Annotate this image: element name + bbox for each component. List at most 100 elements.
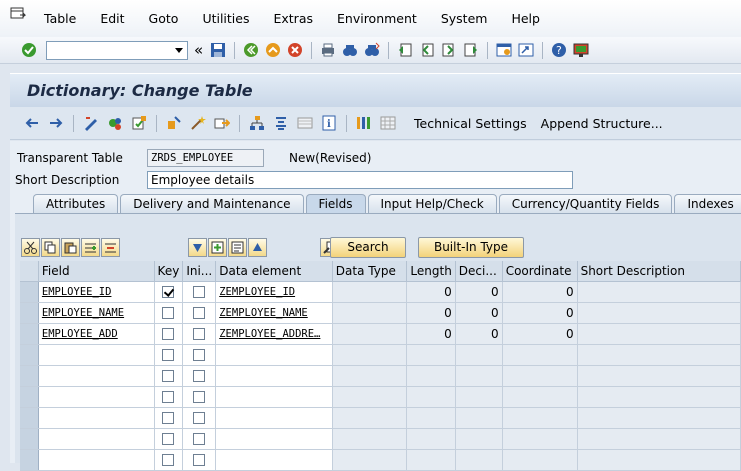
row-selector[interactable]	[20, 344, 39, 366]
short-description-input[interactable]: Employee details	[147, 171, 573, 189]
sort-up-icon[interactable]	[248, 237, 267, 257]
column-header-key[interactable]: Key	[154, 261, 184, 282]
insert-row-icon[interactable]	[81, 237, 100, 257]
tab-currency-quantity-fields[interactable]: Currency/Quantity Fields	[498, 194, 673, 213]
initial-values-checkbox[interactable]	[193, 454, 206, 466]
append-structure-button[interactable]: Append Structure...	[541, 116, 663, 131]
field-name-cell[interactable]: EMPLOYEE_NAME	[38, 302, 155, 324]
field-name-cell[interactable]	[38, 449, 155, 471]
initial-values-checkbox[interactable]	[193, 328, 206, 340]
menu-help[interactable]: Help	[499, 11, 552, 26]
help-icon[interactable]: ?	[550, 41, 568, 59]
field-name-cell[interactable]	[38, 344, 155, 366]
hierarchy-icon[interactable]	[248, 114, 266, 132]
key-checkbox[interactable]	[162, 391, 175, 403]
create-session-icon[interactable]	[495, 41, 513, 59]
shortcut-icon[interactable]	[517, 41, 535, 59]
column-header-coordinate[interactable]: Coordinate	[502, 261, 578, 282]
field-name-cell[interactable]: EMPLOYEE_ADD	[38, 323, 155, 345]
key-checkbox[interactable]	[162, 454, 175, 466]
column-header-decimals[interactable]: Deci...	[455, 261, 503, 282]
column-header-short-description[interactable]: Short Description	[577, 261, 741, 282]
data-element-cell[interactable]	[215, 449, 333, 471]
key-checkbox[interactable]	[162, 412, 175, 424]
find-next-icon[interactable]	[363, 41, 381, 59]
built-in-type-button[interactable]: Built-In Type	[418, 237, 524, 258]
last-page-icon[interactable]	[462, 41, 480, 59]
activate-icon[interactable]	[165, 114, 183, 132]
key-checkbox[interactable]	[162, 328, 175, 340]
info-icon[interactable]: i	[320, 114, 338, 132]
details-icon[interactable]	[228, 237, 247, 257]
next-page-icon[interactable]	[440, 41, 458, 59]
field-name-cell[interactable]	[38, 365, 155, 387]
column-header-length[interactable]: Length	[406, 261, 456, 282]
data-element-cell[interactable]	[215, 428, 333, 450]
row-selector[interactable]	[20, 281, 39, 303]
cancel-icon[interactable]	[286, 41, 304, 59]
insert-field-icon[interactable]	[208, 237, 227, 257]
forward-arrow-icon[interactable]	[47, 114, 65, 132]
initial-values-checkbox[interactable]	[193, 307, 206, 319]
row-selector[interactable]	[20, 323, 39, 345]
field-name-cell[interactable]: EMPLOYEE_ID	[38, 281, 155, 303]
column-header-initial[interactable]: Ini...	[182, 261, 217, 282]
layout-icon[interactable]	[572, 41, 590, 59]
field-name-cell[interactable]	[38, 407, 155, 429]
key-checkbox[interactable]	[162, 370, 175, 382]
back-arrow-icon[interactable]	[23, 114, 41, 132]
chevron-down-icon[interactable]	[175, 47, 183, 53]
tab-fields[interactable]: Fields	[305, 194, 366, 213]
align-icon[interactable]	[272, 114, 290, 132]
row-selector[interactable]	[20, 365, 39, 387]
column-header-data-element[interactable]: Data element	[215, 261, 333, 282]
data-element-cell[interactable]	[215, 407, 333, 429]
tab-attributes[interactable]: Attributes	[33, 194, 119, 213]
initial-values-checkbox[interactable]	[193, 391, 206, 403]
row-selector-header[interactable]	[20, 261, 39, 282]
display-change-icon[interactable]	[82, 114, 100, 132]
menu-system[interactable]: System	[429, 11, 500, 26]
columns-icon[interactable]	[355, 114, 373, 132]
initial-values-checkbox[interactable]	[193, 412, 206, 424]
menu-edit[interactable]: Edit	[88, 11, 136, 26]
system-menu-icon[interactable]	[10, 7, 27, 21]
key-checkbox[interactable]	[162, 307, 175, 319]
initial-values-checkbox[interactable]	[193, 286, 206, 298]
command-field[interactable]	[46, 40, 188, 60]
initial-values-checkbox[interactable]	[193, 349, 206, 361]
menu-environment[interactable]: Environment	[325, 11, 429, 26]
where-used-icon[interactable]	[213, 114, 231, 132]
copy-icon[interactable]	[41, 237, 60, 257]
tab-indexes[interactable]: Indexes	[674, 194, 741, 213]
data-element-cell[interactable]: ZEMPLOYEE_ADDRE…	[215, 323, 333, 345]
previous-page-icon[interactable]	[418, 41, 436, 59]
command-history-icon[interactable]: «	[194, 41, 203, 59]
paste-icon[interactable]	[61, 237, 80, 257]
other-object-icon[interactable]	[106, 114, 124, 132]
tab-input-help-check[interactable]: Input Help/Check	[367, 194, 497, 213]
check-icon[interactable]	[130, 114, 148, 132]
enter-icon[interactable]	[20, 41, 38, 59]
delete-row-icon[interactable]	[101, 237, 120, 257]
cut-icon[interactable]	[21, 237, 40, 257]
row-selector[interactable]	[20, 407, 39, 429]
data-element-cell[interactable]	[215, 365, 333, 387]
first-page-icon[interactable]	[396, 41, 414, 59]
table-view-icon[interactable]	[296, 114, 314, 132]
row-selector[interactable]	[20, 428, 39, 450]
grid-icon[interactable]	[379, 114, 397, 132]
save-icon[interactable]	[209, 41, 227, 59]
menu-table[interactable]: Table	[32, 11, 88, 26]
sort-down-icon[interactable]	[188, 237, 207, 257]
find-icon[interactable]	[341, 41, 359, 59]
technical-settings-button[interactable]: Technical Settings	[414, 116, 527, 131]
tab-delivery-maintenance[interactable]: Delivery and Maintenance	[120, 194, 304, 213]
row-selector[interactable]	[20, 449, 39, 471]
field-name-cell[interactable]	[38, 386, 155, 408]
key-checkbox[interactable]	[162, 349, 175, 361]
search-button[interactable]: Search	[330, 237, 406, 258]
column-header-data-type[interactable]: Data Type	[332, 261, 408, 282]
row-selector[interactable]	[20, 386, 39, 408]
column-header-field[interactable]: Field	[38, 261, 155, 282]
